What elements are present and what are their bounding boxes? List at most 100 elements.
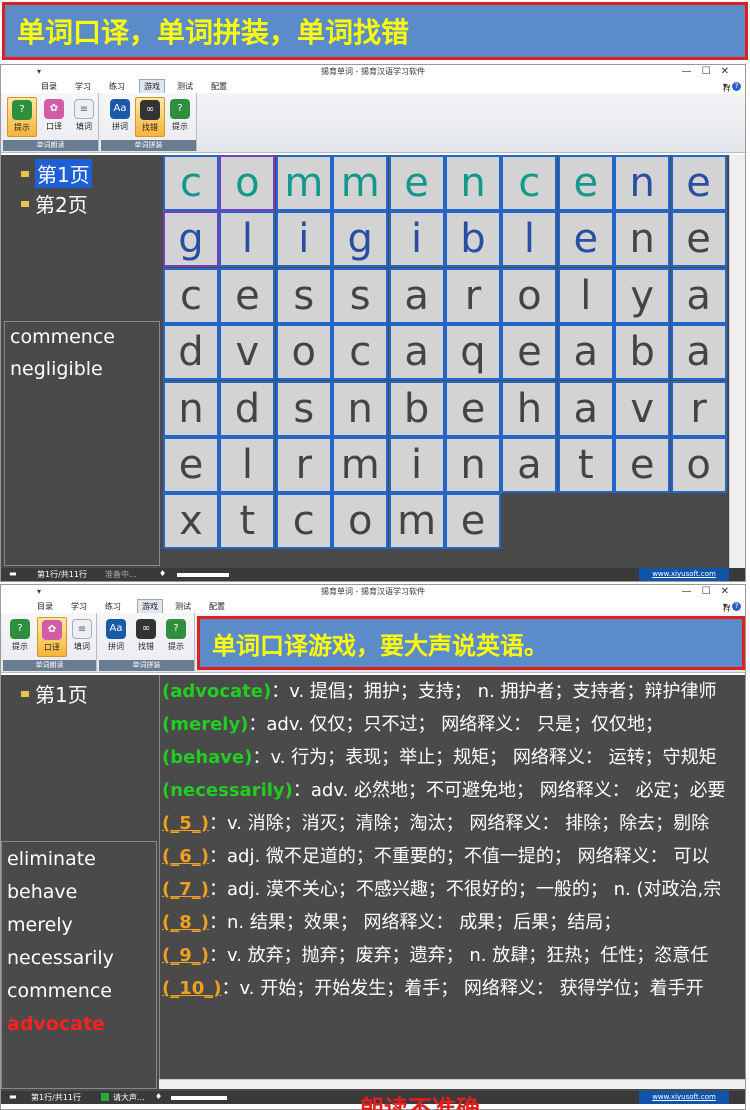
letter-cell[interactable]: g	[332, 211, 389, 268]
fill-button[interactable]: ≡ 填词	[69, 97, 99, 137]
letter-cell[interactable]: r	[445, 267, 501, 324]
letter-cell[interactable]: m	[332, 437, 389, 493]
tab-study[interactable]: 学习	[71, 601, 87, 612]
letter-cell[interactable]: a	[557, 380, 614, 437]
letter-cell[interactable]: a	[670, 267, 727, 324]
letter-cell[interactable]: l	[219, 211, 276, 268]
letter-cell[interactable]: n	[445, 155, 501, 211]
page-node-2[interactable]: 第2页	[21, 189, 88, 218]
letter-cell[interactable]: d	[219, 380, 276, 437]
scrollbar[interactable]	[729, 155, 745, 568]
letter-cell[interactable]: l	[219, 437, 276, 493]
hint-button[interactable]: ? 提示	[5, 617, 35, 657]
interpret-button[interactable]: ✿ 口译	[37, 617, 67, 657]
letter-cell[interactable]: e	[501, 324, 558, 381]
tab-study[interactable]: 学习	[75, 81, 91, 92]
letter-cell[interactable]: o	[275, 324, 332, 381]
hint2-button[interactable]: ? 提示	[165, 97, 195, 137]
page-node-1[interactable]: 第1页	[21, 679, 88, 708]
letter-cell[interactable]: i	[275, 211, 332, 268]
letter-cell[interactable]: d	[163, 324, 219, 381]
tab-practice[interactable]: 练习	[105, 601, 121, 612]
letter-cell[interactable]: c	[163, 267, 219, 324]
interpret-button[interactable]: ✿ 口译	[39, 97, 69, 137]
tab-config[interactable]: 配置	[209, 601, 225, 612]
letter-cell[interactable]: o	[332, 493, 389, 550]
word-item[interactable]: eliminate	[7, 848, 96, 870]
letter-cell[interactable]: c	[332, 324, 389, 381]
letter-cell[interactable]: m	[332, 155, 389, 211]
letter-cell[interactable]: n	[163, 380, 219, 437]
word-item-active[interactable]: advocate	[7, 1013, 105, 1035]
letter-cell[interactable]: a	[388, 324, 445, 381]
letter-cell[interactable]: a	[557, 324, 614, 381]
letter-cell[interactable]: a	[501, 437, 558, 493]
tab-catalog[interactable]: 目录	[41, 81, 57, 92]
horizontal-scrollbar[interactable]	[159, 1079, 745, 1089]
letter-cell[interactable]: l	[557, 267, 614, 324]
tab-practice[interactable]: 练习	[109, 81, 125, 92]
letter-cell[interactable]: b	[388, 380, 445, 437]
letter-cell[interactable]: a	[388, 267, 445, 324]
spell-button[interactable]: Aa 拼词	[105, 97, 135, 137]
window-controls[interactable]: —☐✕	[682, 65, 739, 79]
page-node-1[interactable]: 第1页	[21, 159, 92, 188]
word-item[interactable]: merely	[7, 914, 73, 936]
letter-cell[interactable]: n	[614, 155, 671, 211]
word-item[interactable]: negligible	[10, 358, 103, 380]
letter-cell[interactable]: n	[614, 211, 671, 268]
letter-cell[interactable]: x	[163, 493, 219, 550]
letter-cell[interactable]: e	[445, 380, 501, 437]
hint-button[interactable]: ? 提示	[7, 97, 37, 137]
letter-cell[interactable]: r	[275, 437, 332, 493]
letter-cell[interactable]: c	[275, 493, 332, 550]
tab-test[interactable]: 测试	[175, 601, 191, 612]
word-item[interactable]: behave	[7, 881, 77, 903]
letter-cell[interactable]: t	[557, 437, 614, 493]
tab-catalog[interactable]: 目录	[37, 601, 53, 612]
letter-cell[interactable]: m	[388, 493, 445, 550]
word-item[interactable]: necessarily	[7, 947, 114, 969]
letter-cell[interactable]: o	[219, 155, 276, 211]
tab-config[interactable]: 配置	[211, 81, 227, 92]
letter-cell[interactable]: e	[388, 155, 445, 211]
letter-cell[interactable]: e	[219, 267, 276, 324]
style-menu[interactable]: 样式 ▾	[723, 601, 731, 624]
letter-cell[interactable]: o	[670, 437, 727, 493]
volume-bar[interactable]	[171, 1096, 227, 1100]
style-menu[interactable]: 样式 ▾	[723, 81, 731, 104]
help-icon[interactable]: ?	[732, 602, 741, 611]
letter-cell[interactable]: e	[614, 437, 671, 493]
volume-bar[interactable]	[177, 573, 229, 577]
letter-cell[interactable]: e	[163, 437, 219, 493]
letter-cell[interactable]: h	[501, 380, 558, 437]
find-error-button[interactable]: ∞ 找错	[135, 97, 165, 137]
tab-game[interactable]: 游戏	[137, 599, 163, 613]
letter-cell[interactable]: c	[163, 155, 219, 211]
letter-cell[interactable]: o	[501, 267, 558, 324]
word-item[interactable]: commence	[7, 980, 112, 1002]
fill-button[interactable]: ≡ 填词	[67, 617, 97, 657]
window-controls[interactable]: —☐✕	[682, 585, 739, 599]
letter-cell[interactable]: r	[670, 380, 727, 437]
tab-game[interactable]: 游戏	[139, 79, 165, 93]
letter-cell[interactable]: e	[557, 155, 614, 211]
site-link[interactable]: www.xiyusoft.com	[639, 1091, 729, 1104]
letter-cell[interactable]: l	[501, 211, 558, 268]
letter-cell[interactable]: i	[388, 437, 445, 493]
letter-cell[interactable]: e	[445, 493, 501, 550]
site-link[interactable]: www.xiyusoft.com	[639, 568, 729, 581]
help-icon[interactable]: ?	[732, 82, 741, 91]
letter-cell[interactable]: s	[275, 267, 332, 324]
letter-cell[interactable]: c	[501, 155, 558, 211]
letter-cell[interactable]: i	[388, 211, 445, 268]
letter-cell[interactable]: v	[219, 324, 276, 381]
letter-cell[interactable]: n	[445, 437, 501, 493]
letter-cell[interactable]: e	[557, 211, 614, 268]
letter-cell[interactable]: t	[219, 493, 276, 550]
letter-cell[interactable]: y	[614, 267, 671, 324]
letter-cell[interactable]: a	[670, 324, 727, 381]
letter-cell[interactable]: m	[275, 155, 332, 211]
tab-test[interactable]: 测试	[177, 81, 193, 92]
word-item[interactable]: commence	[10, 326, 115, 348]
